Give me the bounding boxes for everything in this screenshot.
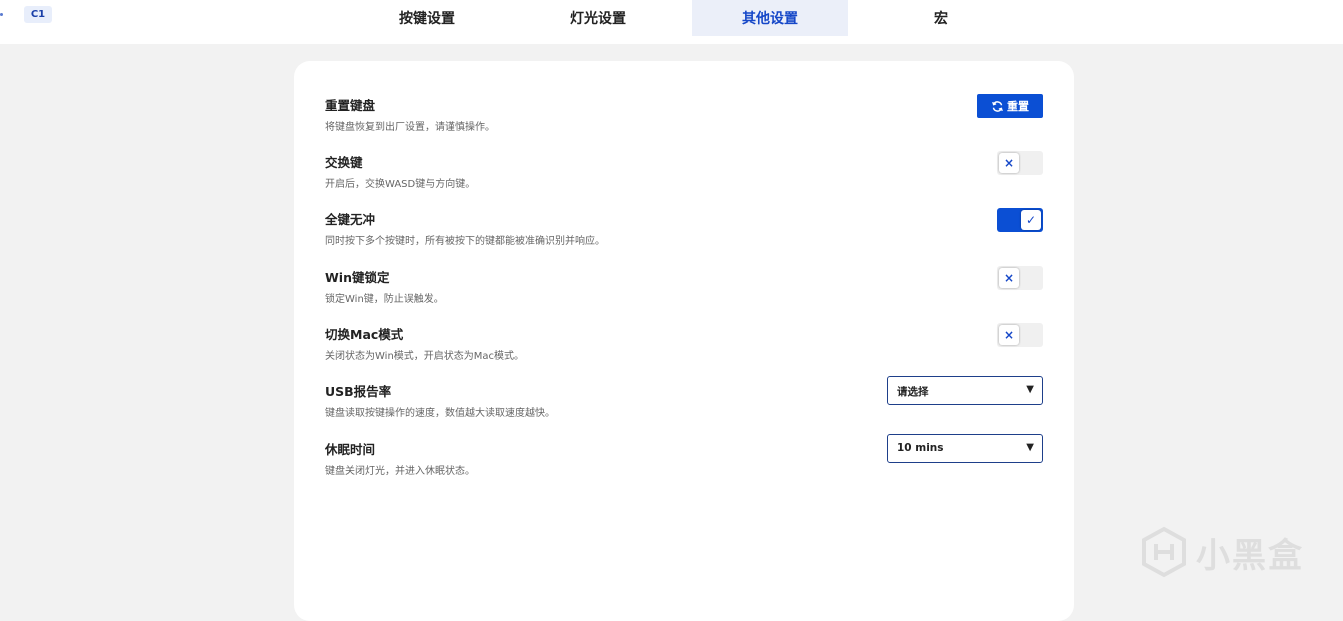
nkro-title: 全键无冲	[325, 212, 376, 227]
usb-rate-select[interactable]: 请选择 ▼	[887, 376, 1043, 405]
macmode-toggle[interactable]: ×	[997, 323, 1043, 347]
usb-rate-value: 请选择	[897, 386, 929, 398]
swap-toggle[interactable]: ×	[997, 151, 1043, 175]
usb-rate-description: 键盘读取按键操作的速度，数值越大读取速度越快。	[325, 408, 555, 419]
cross-icon: ×	[999, 268, 1019, 288]
reset-button[interactable]: 重置	[977, 94, 1043, 118]
swap-title: 交换键	[325, 155, 363, 170]
nkro-description: 同时按下多个按键时，所有被按下的键都能被准确识别并响应。	[325, 236, 605, 247]
sleep-time-value: 10 mins	[897, 442, 944, 454]
reset-title: 重置键盘	[325, 98, 376, 113]
watermark: 小黑盒	[1140, 522, 1310, 582]
winlock-toggle[interactable]: ×	[997, 266, 1043, 290]
swap-description: 开启后，交换WASD键与方向键。	[325, 179, 476, 190]
edge-marker	[0, 13, 3, 16]
reset-button-label: 重置	[1007, 100, 1029, 113]
chevron-down-icon: ▼	[1026, 384, 1034, 395]
setting-row-winlock: Win键锁定 锁定Win键，防止误触发。 ×	[325, 266, 1045, 313]
tab-key-settings[interactable]: 按键设置	[349, 0, 505, 36]
winlock-title: Win键锁定	[325, 270, 390, 285]
settings-card: 重置键盘 将键盘恢复到出厂设置，请谨慎操作。 重置 交换键 开启后，交换WASD…	[294, 61, 1074, 621]
cross-icon: ×	[999, 325, 1019, 345]
tab-other-settings[interactable]: 其他设置	[692, 0, 848, 36]
watermark-text: 小黑盒	[1196, 535, 1304, 576]
setting-row-macmode: 切换Mac模式 关闭状态为Win模式，开启状态为Mac模式。 ×	[325, 323, 1045, 370]
nkro-toggle[interactable]: ✓	[997, 208, 1043, 232]
check-icon: ✓	[1021, 210, 1041, 230]
tab-macro[interactable]: 宏	[863, 0, 1019, 36]
setting-row-nkro: 全键无冲 同时按下多个按键时，所有被按下的键都能被准确识别并响应。 ✓	[325, 208, 1045, 255]
macmode-title: 切换Mac模式	[325, 327, 404, 342]
macmode-description: 关闭状态为Win模式，开启状态为Mac模式。	[325, 351, 525, 362]
refresh-icon	[992, 100, 1003, 112]
sleep-time-select[interactable]: 10 mins ▼	[887, 434, 1043, 463]
device-badge[interactable]: C1	[24, 6, 52, 23]
setting-row-swap: 交换键 开启后，交换WASD键与方向键。 ×	[325, 151, 1045, 198]
top-navigation: C1 按键设置 灯光设置 其他设置 宏	[0, 0, 1343, 44]
tab-lighting-settings[interactable]: 灯光设置	[520, 0, 676, 36]
sleep-title: 休眠时间	[325, 442, 376, 457]
setting-row-sleep: 休眠时间 键盘关闭灯光，并进入休眠状态。 10 mins ▼	[325, 434, 1045, 485]
usb-rate-title: USB报告率	[325, 384, 392, 399]
setting-row-usb-rate: USB报告率 键盘读取按键操作的速度，数值越大读取速度越快。 请选择 ▼	[325, 376, 1045, 427]
chevron-down-icon: ▼	[1026, 442, 1034, 453]
reset-description: 将键盘恢复到出厂设置，请谨慎操作。	[325, 122, 495, 133]
winlock-description: 锁定Win键，防止误触发。	[325, 294, 444, 305]
cross-icon: ×	[999, 153, 1019, 173]
sleep-description: 键盘关闭灯光，并进入休眠状态。	[325, 466, 475, 477]
watermark-logo-icon	[1142, 526, 1186, 578]
setting-row-reset: 重置键盘 将键盘恢复到出厂设置，请谨慎操作。 重置	[325, 94, 1045, 141]
